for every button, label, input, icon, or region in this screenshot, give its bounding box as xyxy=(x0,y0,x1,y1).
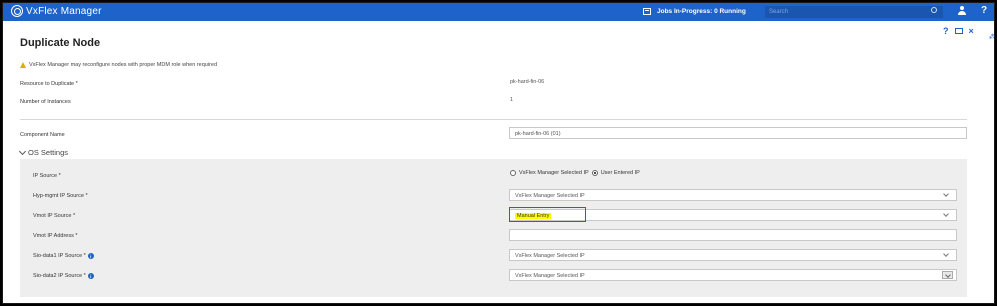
chevron-down-icon xyxy=(943,211,949,217)
search-icon[interactable] xyxy=(931,7,937,13)
vmot-ip-address-label: Vmot IP Address * xyxy=(33,233,78,239)
instances-label: Number of Instances xyxy=(20,99,71,105)
sio-data1-ip-source-select[interactable]: VxFlex Manager Selected IP xyxy=(509,249,957,261)
os-settings-title: OS Settings xyxy=(28,148,69,157)
section-divider xyxy=(20,119,967,120)
vmot-select-value: Manual Entry xyxy=(515,213,552,219)
help-icon[interactable]: ? xyxy=(981,5,987,16)
chevron-down-icon xyxy=(943,251,949,257)
top-nav-bar: VxFlex Manager Jobs In-Progress: 0 Runni… xyxy=(3,3,994,21)
instances-value: 1 xyxy=(510,97,514,103)
chevron-down-icon xyxy=(18,147,27,155)
jobs-status[interactable]: Jobs In-Progress: 0 Running xyxy=(643,8,746,15)
duplicate-node-dialog: Duplicate Node ? × ⁂ VxFlex Manager may … xyxy=(3,21,994,303)
vmot-ip-source-label: Vmot IP Source * xyxy=(33,213,76,219)
radio-vxflex-selected-ip[interactable] xyxy=(510,170,516,176)
component-name-label: Component Name xyxy=(20,132,65,138)
resource-value: pk-hard-fin-06 xyxy=(510,79,545,85)
os-settings-panel: IP Source * VxFlex Manager Selected IP U… xyxy=(20,159,967,297)
close-icon[interactable]: × xyxy=(969,26,974,36)
dialog-title: Duplicate Node xyxy=(20,37,101,49)
info-icon[interactable]: i xyxy=(87,253,94,259)
vmot-ip-address-input[interactable] xyxy=(509,229,957,241)
hyp-mgmt-select-value: VxFlex Manager Selected IP xyxy=(515,193,585,199)
sio-data1-label: Sio-data1 IP Source * xyxy=(33,253,86,259)
radio-label-user: User Entered IP xyxy=(600,170,640,176)
radio-user-entered-ip[interactable] xyxy=(591,170,598,176)
logo-icon xyxy=(11,5,23,17)
search-input[interactable]: Search xyxy=(765,6,943,18)
sio-data1-label-row: Sio-data1 IP Source * i xyxy=(33,253,94,259)
maximize-icon[interactable] xyxy=(954,28,963,34)
warning-icon xyxy=(20,62,26,68)
vmot-ip-source-select[interactable]: Manual Entry xyxy=(509,209,957,221)
sio-data2-label-row: Sio-data2 IP Source * i xyxy=(33,273,94,279)
side-panel-icon[interactable]: ⁂ xyxy=(989,33,994,41)
hyp-mgmt-ip-source-label: Hyp-mgmt IP Source * xyxy=(33,193,88,199)
app-logo[interactable]: VxFlex Manager xyxy=(11,5,102,17)
sio-data2-select-value: VxFlex Manager Selected IP xyxy=(515,273,585,279)
info-icon[interactable]: i xyxy=(87,273,94,279)
app-title: VxFlex Manager xyxy=(26,5,102,17)
component-name-input[interactable]: pk-hard-fin-06 (01) xyxy=(509,127,967,139)
os-settings-toggle[interactable]: OS Settings xyxy=(18,147,69,157)
jobs-label: Jobs In-Progress: 0 Running xyxy=(657,8,746,15)
chevron-down-icon xyxy=(943,191,949,197)
radio-label-vxflex: VxFlex Manager Selected IP xyxy=(519,170,589,176)
resource-label: Resource to Duplicate * xyxy=(20,81,78,87)
user-icon[interactable] xyxy=(958,6,966,16)
warning-text: VxFlex Manager may reconfigure nodes wit… xyxy=(29,62,218,68)
dialog-help-icon[interactable]: ? xyxy=(943,26,949,36)
dialog-controls: ? × xyxy=(943,26,974,36)
jobs-icon xyxy=(643,8,651,15)
warning-message: VxFlex Manager may reconfigure nodes wit… xyxy=(20,62,217,68)
hyp-mgmt-ip-source-select[interactable]: VxFlex Manager Selected IP xyxy=(509,189,957,201)
sio-data1-select-value: VxFlex Manager Selected IP xyxy=(515,253,585,259)
sio-data2-ip-source-select[interactable]: VxFlex Manager Selected IP xyxy=(509,269,957,281)
app-window: VxFlex Manager Jobs In-Progress: 0 Runni… xyxy=(2,2,995,304)
ip-source-radio-group: VxFlex Manager Selected IP User Entered … xyxy=(510,170,640,176)
chevron-down-icon xyxy=(942,271,953,279)
ip-source-label: IP Source * xyxy=(33,173,61,179)
sio-data2-label: Sio-data2 IP Source * xyxy=(33,273,86,279)
